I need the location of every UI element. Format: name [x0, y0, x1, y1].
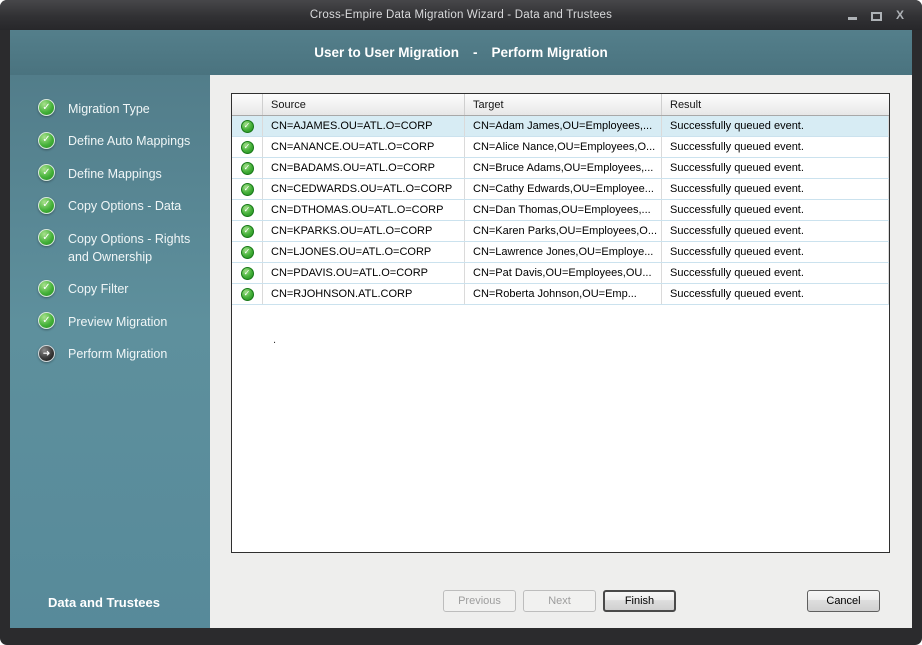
sidebar-steps: ✓ Migration Type ✓ Define Auto Mappings … — [10, 75, 210, 363]
sidebar-step[interactable]: ✓ Copy Options - Rights and Ownership — [38, 229, 200, 266]
row-source: CN=LJONES.OU=ATL.O=CORP — [263, 242, 465, 262]
column-header-status[interactable] — [232, 94, 263, 115]
row-source: CN=ANANCE.OU=ATL.O=CORP — [263, 137, 465, 157]
sidebar-step[interactable]: ✓ Define Mappings — [38, 164, 200, 183]
row-target: CN=Adam James,OU=Employees,... — [465, 116, 662, 136]
row-target: CN=Roberta Johnson,OU=Emp... — [465, 284, 662, 304]
row-target: CN=Bruce Adams,OU=Employees,... — [465, 158, 662, 178]
completed-check-icon: ✓ — [38, 312, 55, 329]
wizard-steps-sidebar: ✓ Migration Type ✓ Define Auto Mappings … — [10, 75, 210, 628]
table-row[interactable]: ✓ CN=DTHOMAS.OU=ATL.O=CORP CN=Dan Thomas… — [232, 200, 889, 221]
success-check-icon: ✓ — [240, 161, 254, 175]
success-check-icon: ✓ — [240, 203, 254, 217]
row-result: Successfully queued event. — [662, 263, 889, 283]
row-result: Successfully queued event. — [662, 284, 889, 304]
table-header: Source Target Result — [232, 94, 889, 116]
table-row[interactable]: ✓ CN=ANANCE.OU=ATL.O=CORP CN=Alice Nance… — [232, 137, 889, 158]
row-target: CN=Lawrence Jones,OU=Employe... — [465, 242, 662, 262]
content-area: Source Target Result ✓ CN=AJAMES.OU=ATL.… — [210, 75, 912, 628]
column-header-source[interactable]: Source — [263, 94, 465, 115]
completed-check-icon: ✓ — [38, 229, 55, 246]
success-check-icon: ✓ — [240, 224, 254, 238]
completed-check-icon: ✓ — [38, 164, 55, 181]
column-header-result[interactable]: Result — [662, 94, 889, 115]
row-target: CN=Karen Parks,OU=Employees,O... — [465, 221, 662, 241]
success-check-icon: ✓ — [240, 266, 254, 280]
page-header: User to User Migration - Perform Migrati… — [10, 30, 912, 75]
row-source: CN=PDAVIS.OU=ATL.O=CORP — [263, 263, 465, 283]
table-row[interactable]: ✓ CN=BADAMS.OU=ATL.O=CORP CN=Bruce Adams… — [232, 158, 889, 179]
sidebar-step[interactable]: ✓ Copy Filter — [38, 279, 200, 299]
maximize-icon[interactable] — [870, 9, 882, 21]
migration-results-list: Source Target Result ✓ CN=AJAMES.OU=ATL.… — [231, 93, 890, 553]
sidebar-step[interactable]: ✓ Define Auto Mappings — [38, 131, 200, 151]
completed-check-icon: ✓ — [38, 196, 55, 214]
table-row[interactable]: ✓ CN=CEDWARDS.OU=ATL.O=CORP CN=Cathy Edw… — [232, 179, 889, 200]
success-check-icon: ✓ — [240, 140, 254, 154]
row-target: CN=Dan Thomas,OU=Employees,... — [465, 200, 662, 220]
sidebar-step[interactable]: ✓ Migration Type — [38, 99, 200, 118]
page-title: User to User Migration - Perform Migrati… — [314, 45, 608, 60]
table-row[interactable]: ✓ CN=RJOHNSON.ATL.CORP CN=Roberta Johnso… — [232, 284, 889, 305]
row-source: CN=CEDWARDS.OU=ATL.O=CORP — [263, 179, 465, 199]
title-bar: Cross-Empire Data Migration Wizard - Dat… — [0, 0, 922, 30]
finish-button[interactable]: Finish — [603, 590, 676, 612]
sidebar-footer-label: Data and Trustees — [48, 595, 160, 610]
success-check-icon: ✓ — [240, 182, 254, 196]
success-check-icon: ✓ — [240, 287, 254, 301]
success-check-icon: ✓ — [240, 119, 254, 133]
sidebar-step[interactable]: ✓ Copy Options - Data — [38, 196, 200, 216]
table-body: ✓ CN=AJAMES.OU=ATL.O=CORP CN=Adam James,… — [232, 116, 889, 305]
row-source: CN=KPARKS.OU=ATL.O=CORP — [263, 221, 465, 241]
row-result: Successfully queued event. — [662, 179, 889, 199]
row-result: Successfully queued event. — [662, 200, 889, 220]
row-result: Successfully queued event. — [662, 242, 889, 262]
current-step-arrow-icon: ➜ — [38, 344, 55, 362]
cancel-button[interactable]: Cancel — [807, 590, 880, 612]
sidebar-step[interactable]: ✓ Preview Migration — [38, 312, 200, 331]
window-title: Cross-Empire Data Migration Wizard - Dat… — [309, 9, 613, 21]
row-target: CN=Pat Davis,OU=Employees,OU... — [465, 263, 662, 283]
row-result: Successfully queued event. — [662, 137, 889, 157]
row-source: CN=DTHOMAS.OU=ATL.O=CORP — [263, 200, 465, 220]
completed-check-icon: ✓ — [38, 99, 55, 116]
row-result: Successfully queued event. — [662, 158, 889, 178]
row-source: CN=BADAMS.OU=ATL.O=CORP — [263, 158, 465, 178]
minimize-icon[interactable] — [846, 9, 858, 21]
wizard-window: Cross-Empire Data Migration Wizard - Dat… — [0, 0, 922, 645]
row-result: Successfully queued event. — [662, 221, 889, 241]
close-icon[interactable]: X — [894, 9, 906, 21]
window-controls: X — [846, 9, 906, 21]
column-header-target[interactable]: Target — [465, 94, 662, 115]
previous-button[interactable]: Previous — [443, 590, 516, 612]
row-source: CN=RJOHNSON.ATL.CORP — [263, 284, 465, 304]
completed-check-icon: ✓ — [38, 131, 55, 149]
stray-dot-text: . — [273, 334, 277, 346]
row-target: CN=Alice Nance,OU=Employees,O... — [465, 137, 662, 157]
table-row[interactable]: ✓ CN=AJAMES.OU=ATL.O=CORP CN=Adam James,… — [232, 116, 889, 137]
row-target: CN=Cathy Edwards,OU=Employee... — [465, 179, 662, 199]
row-result: Successfully queued event. — [662, 116, 889, 136]
row-source: CN=AJAMES.OU=ATL.O=CORP — [263, 116, 465, 136]
sidebar-step[interactable]: ➜ Perform Migration — [38, 344, 200, 364]
completed-check-icon: ✓ — [38, 279, 55, 297]
table-row[interactable]: ✓ CN=KPARKS.OU=ATL.O=CORP CN=Karen Parks… — [232, 221, 889, 242]
table-row[interactable]: ✓ CN=PDAVIS.OU=ATL.O=CORP CN=Pat Davis,O… — [232, 263, 889, 284]
next-button[interactable]: Next — [523, 590, 596, 612]
table-row[interactable]: ✓ CN=LJONES.OU=ATL.O=CORP CN=Lawrence Jo… — [232, 242, 889, 263]
success-check-icon: ✓ — [240, 245, 254, 259]
